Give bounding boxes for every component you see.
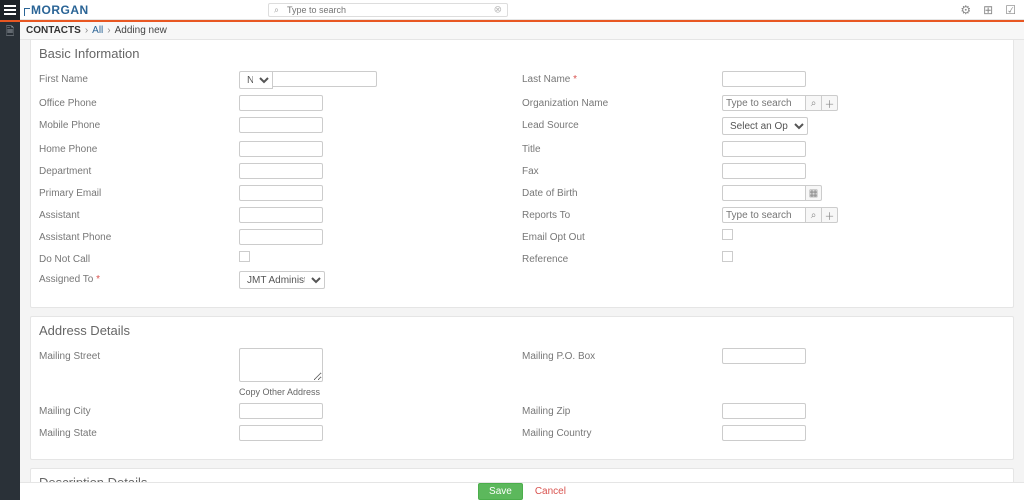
calendar-icon[interactable]: ⊞ [983,3,993,17]
block-description-details: Description Details Description [30,468,1014,482]
mailing-country-input[interactable] [722,425,806,441]
title-input[interactable] [722,141,806,157]
breadcrumb: CONTACTS › All › Adding new [20,22,1024,40]
logo-text: MORGAN [31,3,89,17]
sidebar-toggle[interactable] [0,0,20,20]
assigned-to-select[interactable]: JMT Administrator [239,271,325,289]
reports-to-input[interactable] [722,207,806,223]
label-assistant: Assistant [39,207,239,221]
content[interactable]: Basic Information First Name None Last N… [20,40,1024,482]
label-mailing-street: Mailing Street [39,348,239,362]
mailing-zip-input[interactable] [722,403,806,419]
label-home-phone: Home Phone [39,141,239,155]
lead-source-select[interactable]: Select an Option [722,117,808,135]
action-footer: Save Cancel [20,482,1024,500]
gear-icon[interactable]: ⚙ [960,3,971,17]
assistant-input[interactable] [239,207,323,223]
reports-to-add-icon[interactable]: ＋ [822,207,838,223]
label-mobile-phone: Mobile Phone [39,117,239,131]
cancel-button[interactable]: Cancel [535,486,566,497]
reports-to-search-icon[interactable]: ⌕ [806,207,822,223]
breadcrumb-module[interactable]: CONTACTS [26,25,81,36]
org-name-input[interactable] [722,95,806,111]
search-icon: ⌕ [274,4,279,15]
office-phone-input[interactable] [239,95,323,111]
fax-input[interactable] [722,163,806,179]
home-phone-input[interactable] [239,141,323,157]
mailing-state-input[interactable] [239,425,323,441]
org-add-icon[interactable]: ＋ [822,95,838,111]
global-search-input[interactable] [268,3,508,17]
do-not-call-checkbox[interactable] [239,251,250,262]
label-mailing-city: Mailing City [39,403,239,417]
clear-search-icon[interactable]: ⊗ [494,4,502,15]
label-title: Title [522,141,722,155]
label-dob: Date of Birth [522,185,722,199]
label-department: Department [39,163,239,177]
label-mailing-po: Mailing P.O. Box [522,348,722,362]
global-search-wrap: ⌕ ⊗ [268,3,508,17]
label-reports-to: Reports To [522,207,722,221]
label-primary-email: Primary Email [39,185,239,199]
section-title-description: Description Details [31,469,1013,482]
breadcrumb-all[interactable]: All [92,25,103,36]
section-title-address: Address Details [31,317,1013,344]
sidebar: 👥 🗎 [0,0,20,500]
hamburger-icon [4,5,16,15]
label-mailing-state: Mailing State [39,425,239,439]
label-mailing-zip: Mailing Zip [522,403,722,417]
label-mailing-country: Mailing Country [522,425,722,439]
section-title-basic: Basic Information [31,40,1013,67]
topbar: MORGAN ⌕ ⊗ ⚙ ⊞ ☑ [0,0,1024,20]
calendar-picker-icon[interactable]: ▦ [806,185,822,201]
mailing-po-input[interactable] [722,348,806,364]
logo[interactable]: MORGAN [0,0,260,20]
label-fax: Fax [522,163,722,177]
dob-input[interactable] [722,185,806,201]
last-name-input[interactable] [722,71,806,87]
accent-bar [20,20,1024,22]
mailing-street-input[interactable] [239,348,323,382]
block-basic-info: Basic Information First Name None Last N… [30,40,1014,308]
label-first-name: First Name [39,71,239,85]
assistant-phone-input[interactable] [239,229,323,245]
documents-icon: 🗎 [6,23,15,42]
label-lead-source: Lead Source [522,117,722,131]
mobile-phone-input[interactable] [239,117,323,133]
department-input[interactable] [239,163,323,179]
label-assistant-phone: Assistant Phone [39,229,239,243]
label-do-not-call: Do Not Call [39,251,239,265]
label-assigned-to: Assigned To [39,271,239,285]
org-search-icon[interactable]: ⌕ [806,95,822,111]
primary-email-input[interactable] [239,185,323,201]
label-last-name: Last Name [522,71,722,85]
first-name-input[interactable] [273,71,377,87]
salutation-select[interactable]: None [239,71,273,89]
breadcrumb-current: Adding new [115,25,167,36]
email-opt-out-checkbox[interactable] [722,229,733,240]
block-address-details: Address Details Mailing Street Copy Othe… [30,316,1014,460]
label-reference: Reference [522,251,722,265]
copy-other-address-link[interactable]: Copy Other Address [239,387,439,397]
label-org-name: Organization Name [522,95,722,109]
topbar-right: ⚙ ⊞ ☑ [960,0,1016,20]
save-button[interactable]: Save [478,483,523,500]
label-office-phone: Office Phone [39,95,239,109]
reference-checkbox[interactable] [722,251,733,262]
mailing-city-input[interactable] [239,403,323,419]
check-icon[interactable]: ☑ [1005,3,1016,17]
label-email-opt-out: Email Opt Out [522,229,722,243]
sidebar-item-docs[interactable]: 🗎 [0,22,20,42]
